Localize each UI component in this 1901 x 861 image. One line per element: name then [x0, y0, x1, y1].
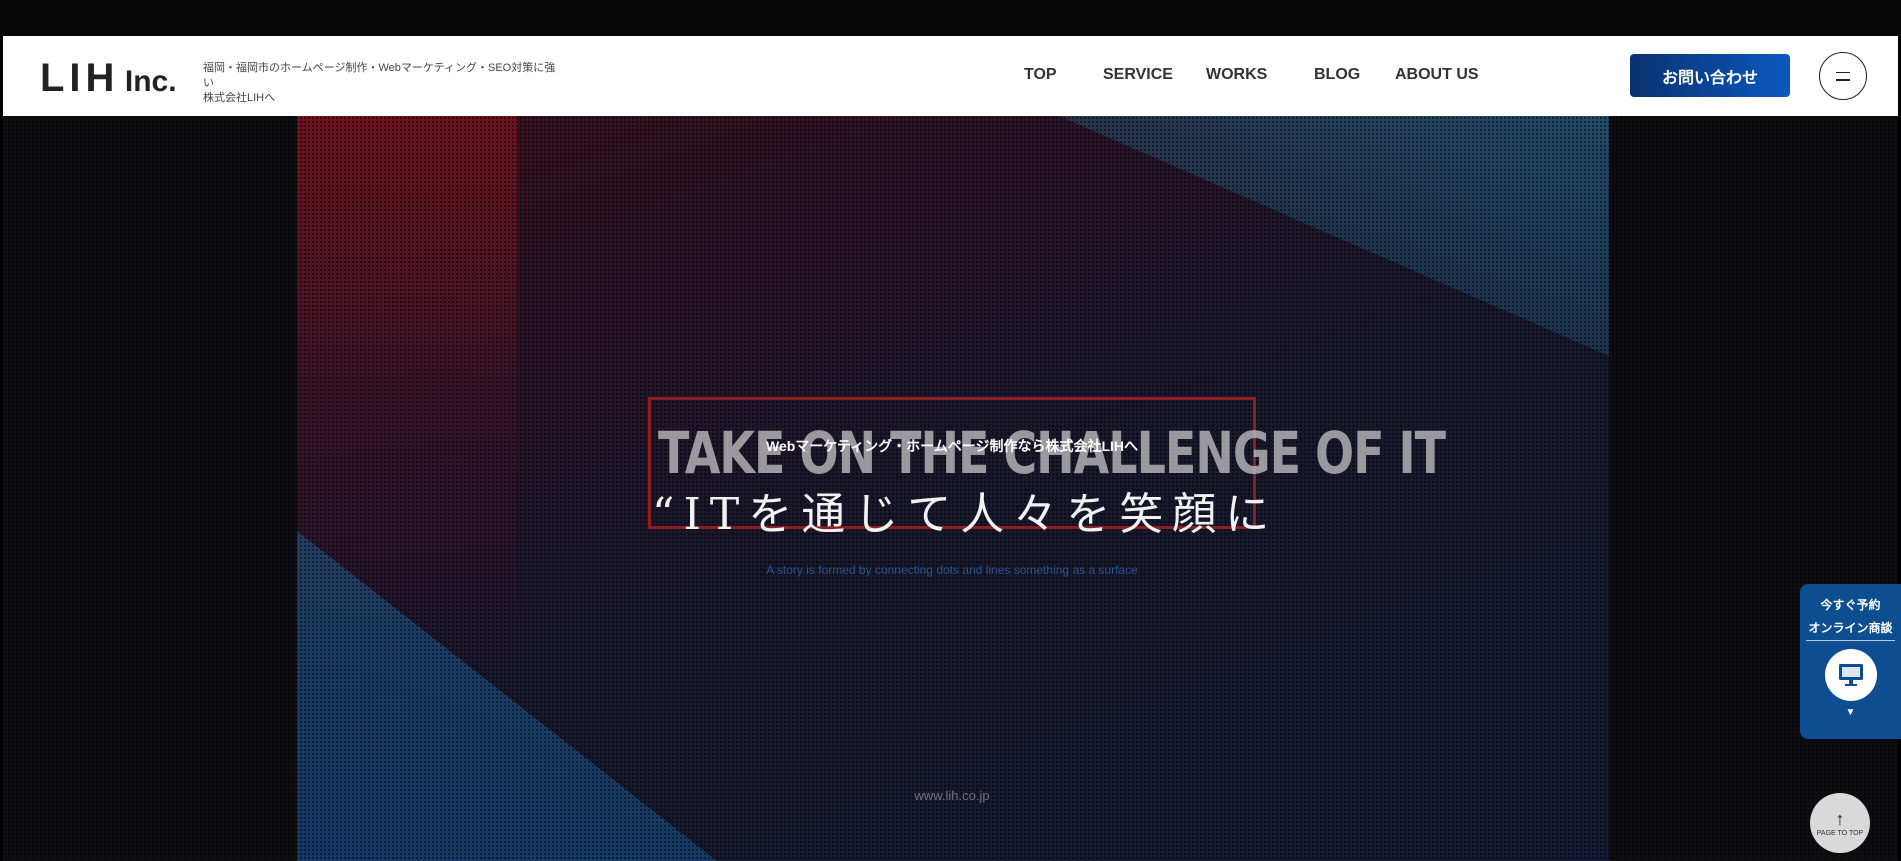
logo-main: LIH	[40, 56, 120, 100]
widget-line-1: 今すぐ予約	[1820, 598, 1881, 612]
logo-suffix: Inc.	[124, 65, 177, 98]
nav-item-works[interactable]: WORKS	[1206, 66, 1267, 84]
nav-item-blog[interactable]: BLOG	[1314, 66, 1360, 84]
hero-caption: A story is formed by connecting dots and…	[766, 563, 1138, 577]
page-to-top-label: PAGE TO TOP	[1816, 829, 1864, 837]
arrow-up-icon: ↑	[1835, 808, 1845, 829]
menu-line-icon	[1836, 79, 1850, 81]
tagline-line-1: 福岡・福岡市のホームページ制作・Webマーケティング・SEO対策に強い	[203, 62, 556, 89]
caret-down-icon: ▼	[1845, 707, 1856, 718]
tagline-line-2: 株式会社LIHへ	[203, 92, 276, 104]
online-meeting-widget[interactable]: 今すぐ予約 オンライン商談 ▼	[1800, 584, 1901, 739]
nav-item-about-us[interactable]: ABOUT US	[1395, 66, 1479, 84]
monitor-icon	[1824, 649, 1877, 701]
widget-line-2: オンライン商談	[1806, 619, 1895, 641]
browser-top-strip	[0, 0, 1901, 36]
nav-item-service[interactable]: SERVICE	[1103, 66, 1173, 84]
hamburger-menu-button[interactable]	[1819, 52, 1867, 100]
hero-heading: “ITを通じて人々を笑顔に	[652, 489, 1279, 540]
hero-subtitle: Webマーケティング・ホームページ制作なら株式会社LIHへ	[765, 438, 1139, 454]
site-header: LIH Inc. 福岡・福岡市のホームページ制作・Webマーケティング・SEO対…	[3, 36, 1898, 116]
contact-button[interactable]: お問い合わせ	[1630, 54, 1790, 97]
page-to-top-button[interactable]: ↑ PAGE TO TOP	[1810, 793, 1870, 853]
site-tagline: 福岡・福岡市のホームページ制作・Webマーケティング・SEO対策に強い 株式会社…	[203, 61, 563, 106]
site-logo[interactable]: LIH Inc.	[40, 56, 177, 101]
menu-line-icon	[1836, 71, 1850, 73]
hero-url: www.lih.co.jp	[914, 788, 990, 803]
nav-item-top[interactable]: TOP	[1024, 66, 1057, 84]
